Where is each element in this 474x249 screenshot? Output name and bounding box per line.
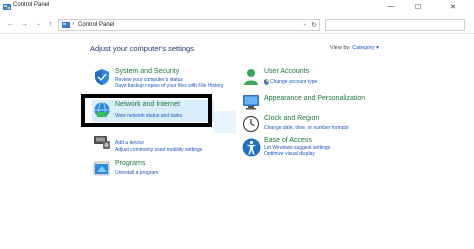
page-title: Adjust your computer's settings bbox=[90, 44, 194, 53]
address-dropdown-icon[interactable]: ⌄ bbox=[303, 21, 307, 27]
search-input[interactable] bbox=[325, 19, 465, 31]
add-device-link[interactable]: Add a device bbox=[115, 140, 144, 146]
category-ease-of-access[interactable]: Ease of Access Let Windows suggest setti… bbox=[242, 137, 422, 163]
view-by: View by: Category ▾ bbox=[330, 45, 379, 51]
category-programs[interactable]: Programs Uninstall a program bbox=[93, 160, 213, 182]
category-title[interactable]: Appearance and Personalization bbox=[264, 95, 365, 102]
optimize-display-link[interactable]: Optimize visual display bbox=[264, 151, 315, 157]
shield-small-icon bbox=[264, 79, 269, 85]
category-user-accounts[interactable]: User Accounts Change account type bbox=[242, 68, 422, 90]
category-title[interactable]: User Accounts bbox=[264, 68, 309, 75]
navigation-bar: ← → ⌄ ↑ › Control Panel ⌄ ↻ bbox=[0, 14, 474, 34]
close-button[interactable]: ✕ bbox=[447, 1, 459, 12]
view-by-label: View by: bbox=[330, 45, 351, 51]
shield-icon bbox=[95, 69, 109, 85]
view-by-dropdown[interactable]: Category ▾ bbox=[352, 45, 379, 51]
programs-icon bbox=[93, 161, 110, 176]
recent-locations-button[interactable]: ⌄ bbox=[34, 19, 43, 29]
clock-icon bbox=[242, 115, 260, 133]
window-title: Control Panel bbox=[13, 2, 50, 8]
back-button[interactable]: ← bbox=[6, 19, 15, 29]
control-panel-icon bbox=[3, 4, 11, 10]
date-time-formats-link[interactable]: Change date, time, or number formats bbox=[264, 125, 349, 131]
user-icon bbox=[244, 69, 258, 85]
maximize-button[interactable]: ☐ bbox=[412, 1, 424, 12]
address-bar[interactable]: › Control Panel ⌄ ↻ bbox=[58, 19, 320, 31]
breadcrumb-separator: › bbox=[72, 21, 74, 27]
category-title[interactable]: Clock and Region bbox=[264, 115, 319, 122]
refresh-icon[interactable]: ↻ bbox=[311, 21, 317, 29]
category-clock-region[interactable]: Clock and Region Change date, time, or n… bbox=[242, 115, 422, 137]
breadcrumb[interactable]: Control Panel bbox=[78, 22, 114, 28]
hover-background bbox=[214, 111, 236, 133]
category-title[interactable]: Ease of Access bbox=[264, 137, 312, 144]
category-title[interactable]: Programs bbox=[115, 160, 145, 167]
accessibility-icon bbox=[242, 138, 261, 157]
category-system-security[interactable]: System and Security Review your computer… bbox=[93, 68, 263, 94]
control-panel-icon bbox=[62, 22, 70, 28]
mobility-settings-link[interactable]: Adjust commonly used mobility settings bbox=[115, 147, 202, 153]
forward-button[interactable]: → bbox=[20, 19, 29, 29]
uninstall-program-link[interactable]: Uninstall a program bbox=[115, 170, 158, 176]
minimize-button[interactable]: — bbox=[385, 1, 397, 12]
category-appearance[interactable]: Appearance and Personalization bbox=[242, 93, 442, 111]
category-hardware-sound[interactable]: Add a device Adjust commonly used mobili… bbox=[93, 132, 263, 154]
up-button[interactable]: ↑ bbox=[46, 19, 55, 29]
annotation-highlight-box bbox=[81, 94, 212, 127]
change-account-type-link[interactable]: Change account type bbox=[270, 79, 317, 85]
appearance-icon bbox=[243, 95, 259, 110]
category-title[interactable]: System and Security bbox=[115, 68, 179, 75]
file-history-link[interactable]: Save backup copies of your files with Fi… bbox=[115, 83, 223, 89]
hardware-icon bbox=[94, 136, 110, 149]
title-bar: Control Panel — ☐ ✕ bbox=[0, 0, 474, 14]
